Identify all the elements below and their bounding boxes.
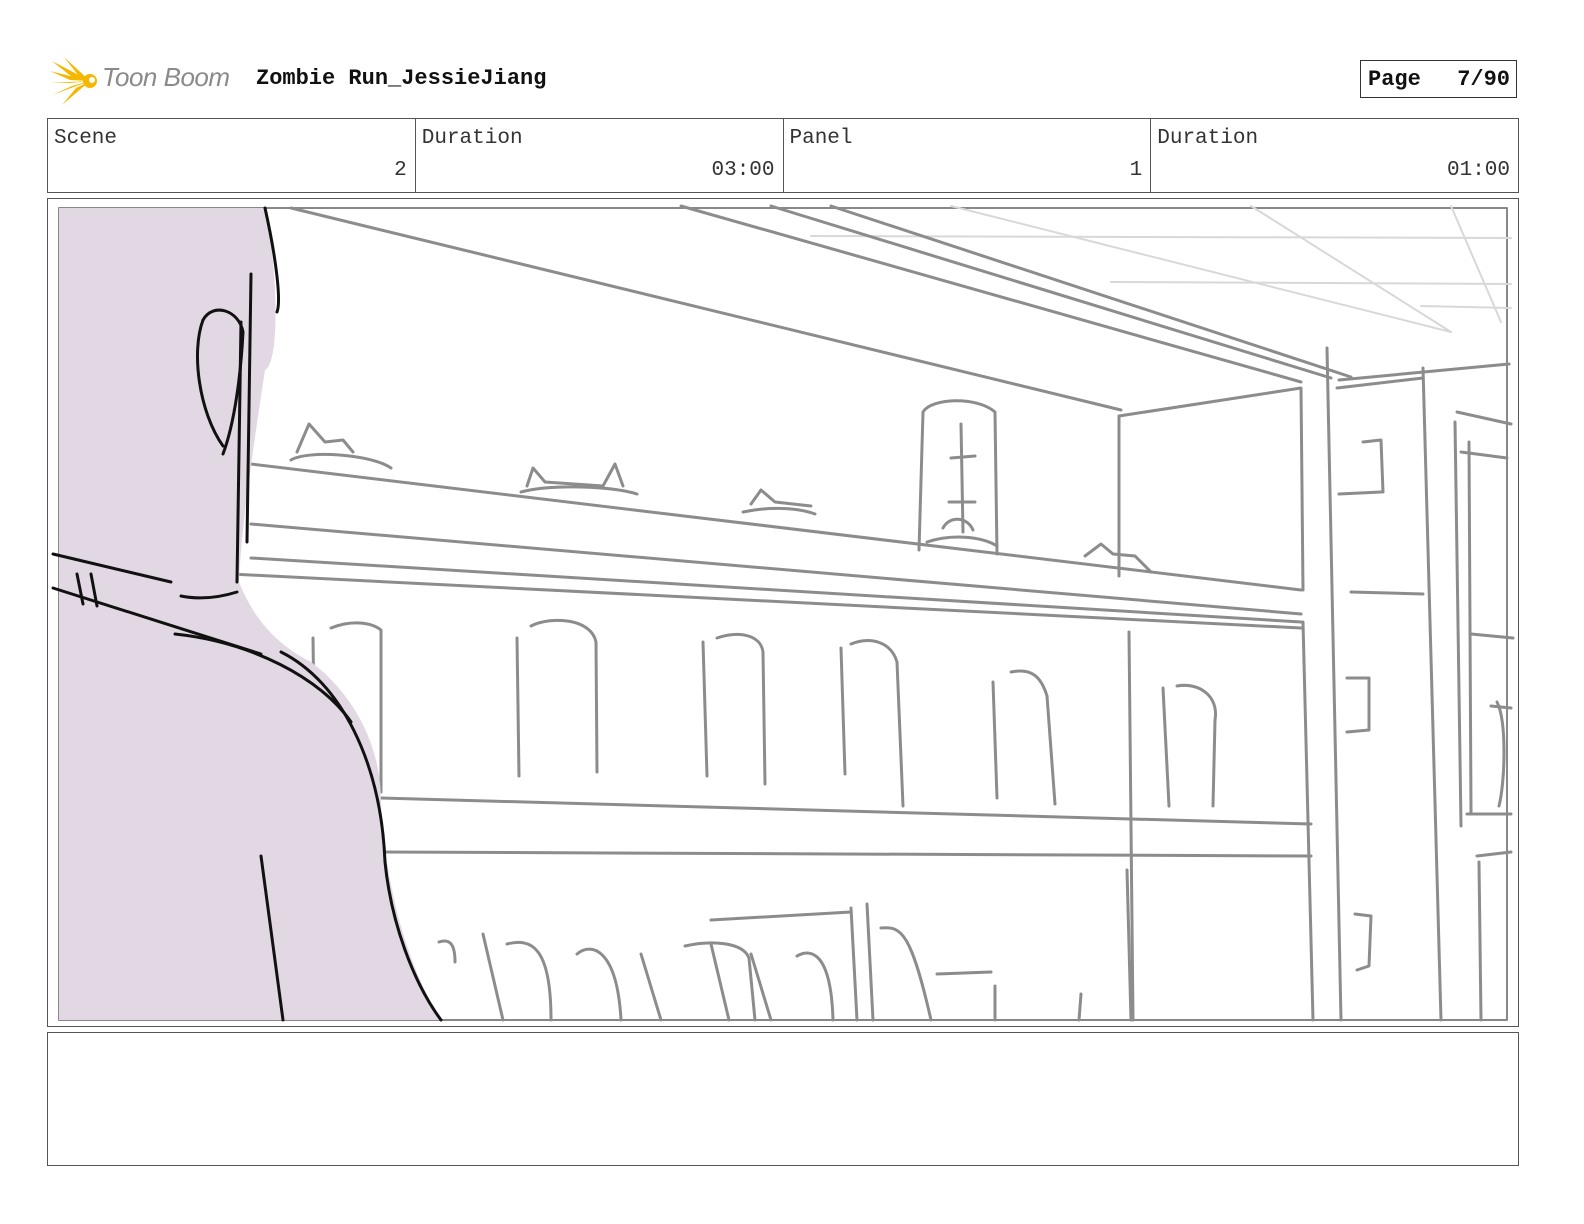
scene-label: Scene	[54, 127, 118, 150]
jar-sketches	[311, 618, 1217, 808]
scene-duration-cell: Duration 03:00	[416, 119, 784, 192]
panel-duration-value: 01:00	[1446, 159, 1510, 182]
panel-cell: Panel 1	[784, 119, 1152, 192]
panel-info-table: Scene 2 Duration 03:00 Panel 1 Duration …	[47, 118, 1519, 193]
scene-value: 2	[394, 159, 407, 182]
page-indicator: Page 7/90	[1360, 60, 1517, 98]
panel-value: 1	[1129, 159, 1143, 182]
shelf-sketch	[229, 204, 1515, 1022]
scene-duration-label: Duration	[421, 127, 523, 150]
page-label: Page	[1368, 67, 1421, 92]
toon-boom-logo: Toon Boom	[50, 55, 240, 107]
storyboard-panel	[47, 198, 1519, 1027]
book-sketches	[437, 902, 1083, 1022]
sun-burst-icon	[50, 57, 97, 105]
page-number: 7/90	[1457, 67, 1510, 92]
storyboard-sketch	[51, 204, 1515, 1022]
panel-duration-label: Duration	[1157, 127, 1259, 150]
logo-text: Toon Boom	[102, 62, 230, 92]
project-title: Zombie Run_JessieJiang	[256, 66, 547, 91]
scene-duration-value: 03:00	[711, 159, 775, 182]
panel-label: Panel	[789, 127, 853, 150]
panel-duration-cell: Duration 01:00	[1151, 119, 1518, 192]
caption-box	[47, 1032, 1519, 1166]
shelf-items	[289, 399, 1153, 574]
page-header: Toon Boom Zombie Run_JessieJiang Page 7/…	[0, 0, 1584, 110]
scene-cell: Scene 2	[48, 119, 416, 192]
